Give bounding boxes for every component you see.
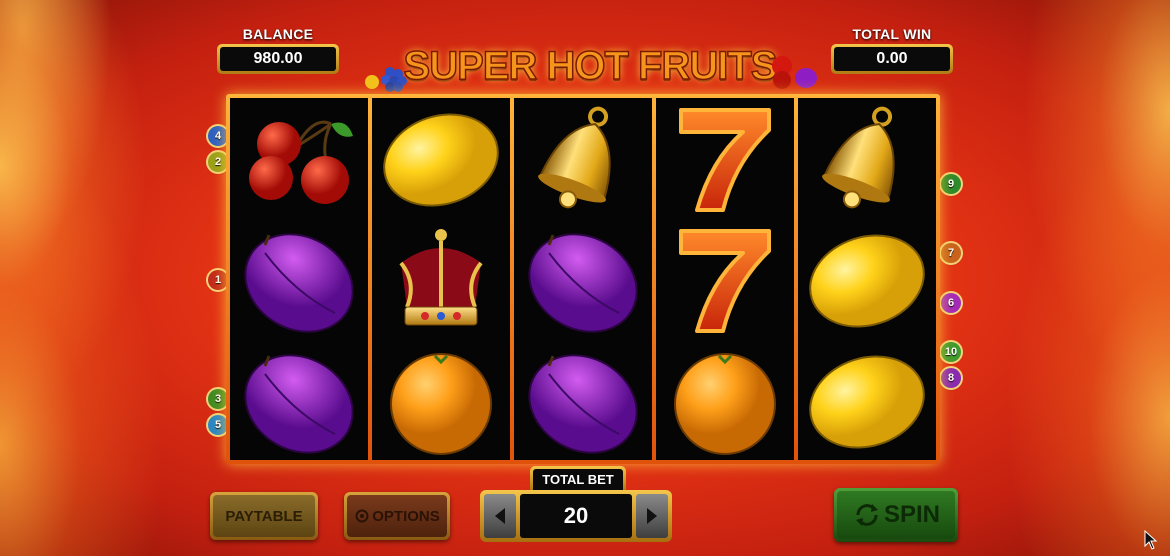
reel-5 xyxy=(798,98,936,460)
reel-symbol-orange xyxy=(377,344,505,456)
payline-marker-left: 3 xyxy=(208,389,228,409)
paytable-button[interactable]: PAYTABLE xyxy=(210,492,318,540)
plum-icon xyxy=(244,353,354,454)
payline-marker-right: 9 xyxy=(941,174,961,194)
paytable-label: PAYTABLE xyxy=(225,507,303,525)
seven-icon xyxy=(679,228,771,333)
payline-marker-left: 2 xyxy=(208,152,228,172)
reel-symbol-bell xyxy=(803,102,931,214)
flame-decoration-left xyxy=(0,0,230,556)
reel-symbol-seven xyxy=(661,102,789,214)
total-win-value: 0.00 xyxy=(834,47,950,71)
reel-symbol-seven xyxy=(661,223,789,335)
seven-icon xyxy=(679,108,771,213)
arrow-right-icon xyxy=(647,508,657,524)
reel-symbol-crown xyxy=(377,223,505,335)
reel-symbol-orange xyxy=(661,344,789,456)
reel-4 xyxy=(656,98,794,460)
total-win-label: TOTAL WIN xyxy=(852,26,932,42)
reel-3 xyxy=(514,98,652,460)
spin-label: SPIN xyxy=(883,501,940,528)
plum-icon xyxy=(244,233,354,333)
payline-marker-left: 5 xyxy=(208,415,228,435)
cherries-icon xyxy=(249,120,353,205)
reel-symbol-lemon xyxy=(803,223,931,335)
options-button[interactable]: OPTIONS xyxy=(344,492,450,540)
payline-marker-right: 10 xyxy=(941,342,961,362)
reel-symbol-lemon xyxy=(377,102,505,214)
reel-symbol-cherries xyxy=(235,102,363,214)
orange-icon xyxy=(674,352,776,455)
payline-marker-right: 8 xyxy=(941,368,961,388)
lemon-icon xyxy=(383,113,499,207)
orange-icon xyxy=(390,352,492,455)
spin-button[interactable]: SPIN xyxy=(834,488,958,542)
reel-symbol-plum xyxy=(235,223,363,335)
arrow-left-icon xyxy=(495,508,505,524)
payline-marker-left: 4 xyxy=(208,126,228,146)
reel-1 xyxy=(230,98,368,460)
total-bet-value: 20 xyxy=(520,494,632,538)
payline-marker-right: 7 xyxy=(941,243,961,263)
total-bet-panel: 20 xyxy=(480,490,672,542)
reel-symbol-plum xyxy=(235,344,363,456)
spin-arrows-icon xyxy=(855,504,878,526)
lemon-icon xyxy=(809,234,925,328)
gear-icon xyxy=(355,509,369,523)
reel-symbol-bell xyxy=(519,102,647,214)
balance-display: BALANCE 980.00 xyxy=(217,26,339,74)
mouse-cursor-icon xyxy=(1144,530,1158,550)
logo-grapes-icon xyxy=(365,67,407,92)
reel-symbol-lemon xyxy=(803,344,931,456)
total-bet-header: TOTAL BET xyxy=(530,466,626,490)
total-win-display: TOTAL WIN 0.00 xyxy=(831,26,953,74)
game-logo: SUPER HOT FRUITS xyxy=(360,42,820,92)
logo-title: SUPER HOT FRUITS xyxy=(403,43,778,89)
lemon-icon xyxy=(809,355,925,449)
bell-icon xyxy=(538,106,611,209)
bet-decrease-button[interactable] xyxy=(484,494,516,538)
total-bet-label: TOTAL BET xyxy=(533,469,623,490)
flame-decoration-right xyxy=(940,0,1170,556)
plum-icon xyxy=(528,233,638,333)
payline-marker-left: 1 xyxy=(208,270,228,290)
reel-area xyxy=(226,94,940,464)
balance-label: BALANCE xyxy=(242,26,314,42)
crown-icon xyxy=(399,228,483,326)
bell-icon xyxy=(822,106,895,209)
plum-icon xyxy=(528,353,638,454)
logo-cherry-plum-icon xyxy=(772,56,817,89)
payline-marker-right: 6 xyxy=(941,293,961,313)
reel-2 xyxy=(372,98,510,460)
bet-increase-button[interactable] xyxy=(636,494,668,538)
reel-symbol-plum xyxy=(519,344,647,456)
options-label: OPTIONS xyxy=(372,507,440,525)
reel-symbol-plum xyxy=(519,223,647,335)
balance-value: 980.00 xyxy=(220,47,336,71)
